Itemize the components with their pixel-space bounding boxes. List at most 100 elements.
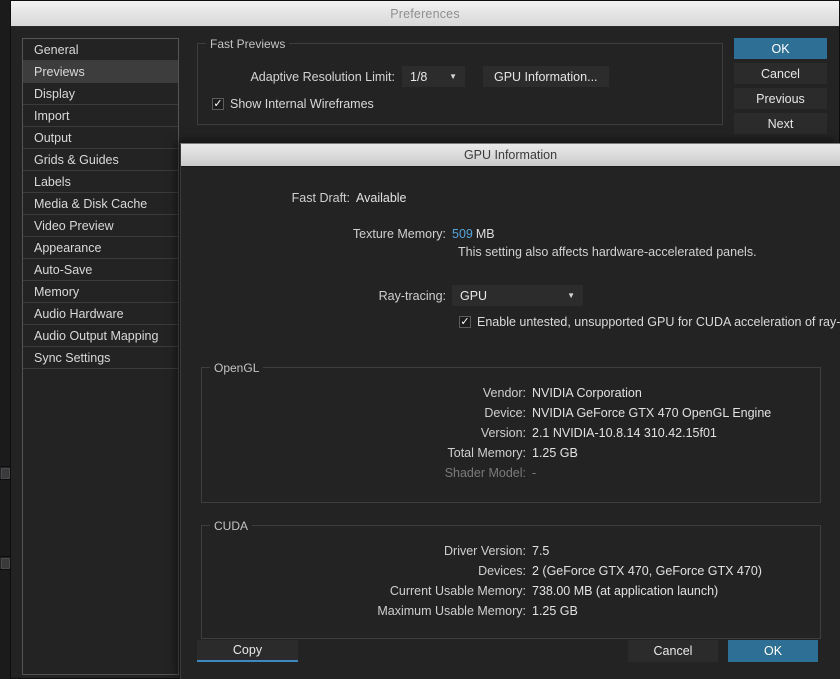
sidebar-item-grids-guides[interactable]: Grids & Guides <box>23 149 178 171</box>
info-row: Devices: 2 (GeForce GTX 470, GeForce GTX … <box>202 564 820 578</box>
sidebar-item-label: Output <box>34 131 72 145</box>
info-row-value: NVIDIA GeForce GTX 470 OpenGL Engine <box>532 406 772 420</box>
preferences-window-title: Preferences <box>390 6 460 21</box>
show-internal-wireframes-label: Show Internal Wireframes <box>230 97 374 111</box>
info-row-key: Vendor: <box>482 386 526 400</box>
gpu-information-button-label: GPU Information... <box>494 69 598 84</box>
info-row-value: 1.25 GB <box>532 604 578 618</box>
previous-button-label: Previous <box>756 91 805 106</box>
cancel-button[interactable]: Cancel <box>734 63 827 84</box>
info-row: Current Usable Memory: 738.00 MB (at appl… <box>202 584 820 598</box>
show-internal-wireframes-checkbox[interactable]: ✓ <box>212 98 224 110</box>
sidebar-item-display[interactable]: Display <box>23 83 178 105</box>
gpu-information-dialog-title: GPU Information <box>463 148 558 162</box>
opengl-group-title: OpenGL <box>210 361 264 375</box>
ray-tracing-value: GPU <box>460 288 488 303</box>
gpu-information-titlebar[interactable]: GPU Information <box>181 144 840 167</box>
sidebar-item-label: Import <box>34 109 70 123</box>
sidebar-item-label: Media & Disk Cache <box>34 197 148 211</box>
cuda-group: CUDA Driver Version: 7.5 Devices: 2 (GeForc… <box>201 519 821 639</box>
info-row-key: Total Memory: <box>447 446 527 460</box>
sidebar-item-label: Previews <box>34 65 85 79</box>
sidebar-item-label: Sync Settings <box>34 351 111 365</box>
info-row-key: Shader Model: <box>444 466 526 480</box>
enable-untested-gpu-label: Enable untested, unsupported GPU for CUD… <box>477 315 840 329</box>
gpu-cancel-button[interactable]: Cancel <box>628 640 718 662</box>
adaptive-resolution-row: Adaptive Resolution Limit: 1/8 ▼ GPU Inf… <box>198 66 722 87</box>
sidebar-item-appearance[interactable]: Appearance <box>23 237 178 259</box>
sidebar-item-label: Labels <box>34 175 71 189</box>
cancel-button-label: Cancel <box>761 66 800 81</box>
sidebar-item-label: Auto-Save <box>34 263 93 277</box>
sidebar-item-memory[interactable]: Memory <box>23 281 178 303</box>
sidebar-item-label: Display <box>34 87 75 101</box>
info-row: Driver Version: 7.5 <box>202 544 820 558</box>
sidebar-item-label: Video Preview <box>34 219 114 233</box>
copy-button[interactable]: Copy <box>197 640 298 662</box>
gpu-information-body: Fast Draft: Available Texture Memory: 50… <box>181 167 840 679</box>
sidebar-item-auto-save[interactable]: Auto-Save <box>23 259 178 281</box>
info-row: Shader Model: - <box>202 466 820 480</box>
texture-memory-note: This setting also affects hardware-accel… <box>458 245 757 259</box>
fast-draft-row: Fast Draft: Available <box>181 191 840 205</box>
ray-tracing-select[interactable]: GPU ▼ <box>452 285 583 306</box>
sidebar-item-labels[interactable]: Labels <box>23 171 178 193</box>
fast-previews-group: Fast Previews Adaptive Resolution Limit:… <box>197 37 723 125</box>
sidebar-item-media-disk-cache[interactable]: Media & Disk Cache <box>23 193 178 215</box>
adaptive-resolution-select[interactable]: 1/8 ▼ <box>402 66 465 87</box>
opengl-group: OpenGL Vendor: NVIDIA Corporation Device: N… <box>201 361 821 503</box>
sidebar-item-import[interactable]: Import <box>23 105 178 127</box>
sidebar-item-label: Audio Output Mapping <box>34 329 159 343</box>
chevron-down-icon: ▼ <box>449 71 457 81</box>
cuda-group-title: CUDA <box>210 519 253 533</box>
texture-memory-input[interactable]: 509 <box>452 227 473 241</box>
info-row-value: 738.00 MB (at application launch) <box>532 584 719 598</box>
cuda-rows: Driver Version: 7.5 Devices: 2 (GeForce GTX… <box>202 544 820 624</box>
info-row-key: Current Usable Memory: <box>389 584 526 598</box>
gpu-ok-button-label: OK <box>763 644 783 658</box>
info-row-key: Device: <box>484 406 526 420</box>
info-row: Total Memory: 1.25 GB <box>202 446 820 460</box>
next-button[interactable]: Next <box>734 113 827 134</box>
fast-previews-group-title: Fast Previews <box>206 37 290 51</box>
info-row-key: Version: <box>480 426 526 440</box>
sidebar-item-output[interactable]: Output <box>23 127 178 149</box>
adaptive-resolution-value: 1/8 <box>410 69 428 84</box>
info-row: Maximum Usable Memory: 1.25 GB <box>202 604 820 618</box>
gpu-information-button[interactable]: GPU Information... <box>483 66 609 87</box>
preferences-category-list[interactable]: General Previews Display Import Output Grids … <box>22 38 179 675</box>
info-row-key: Devices: <box>478 564 526 578</box>
ray-tracing-row: Ray-tracing: GPU ▼ <box>181 285 840 306</box>
info-row-value: 1.25 GB <box>532 446 578 460</box>
info-row-key: Driver Version: <box>444 544 526 558</box>
info-row: Version: 2.1 NVIDIA-10.8.14 310.42.15f01 <box>202 426 820 440</box>
info-row: Vendor: NVIDIA Corporation <box>202 386 820 400</box>
background-swatch-icon <box>1 558 10 569</box>
info-row-value: 2 (GeForce GTX 470, GeForce GTX 470) <box>532 564 762 578</box>
gpu-ok-button[interactable]: OK <box>728 640 818 662</box>
ok-button[interactable]: OK <box>734 38 827 59</box>
info-row: Device: NVIDIA GeForce GTX 470 OpenGL Eng… <box>202 406 820 420</box>
sidebar-item-label: Memory <box>34 285 80 299</box>
previous-button[interactable]: Previous <box>734 88 827 109</box>
sidebar-item-label: Appearance <box>34 241 102 255</box>
chevron-down-icon: ▼ <box>567 290 575 300</box>
show-internal-wireframes-row[interactable]: ✓ Show Internal Wireframes <box>212 97 374 111</box>
sidebar-item-general[interactable]: General <box>23 39 178 61</box>
texture-memory-unit: MB <box>475 227 495 241</box>
sidebar-item-previews[interactable]: Previews <box>23 61 178 83</box>
sidebar-item-label: Audio Hardware <box>34 307 124 321</box>
adaptive-resolution-label: Adaptive Resolution Limit: <box>250 69 395 84</box>
enable-untested-gpu-row[interactable]: ✓ Enable untested, unsupported GPU for C… <box>459 315 840 329</box>
sidebar-item-audio-output-mapping[interactable]: Audio Output Mapping <box>23 325 178 347</box>
sidebar-item-label: General <box>34 43 79 57</box>
background-swatch-icon <box>1 468 10 479</box>
next-button-label: Next <box>767 116 794 131</box>
preferences-button-column: OK Cancel Previous Next <box>734 38 827 138</box>
sidebar-item-sync-settings[interactable]: Sync Settings <box>23 347 178 369</box>
sidebar-item-video-preview[interactable]: Video Preview <box>23 215 178 237</box>
enable-untested-gpu-checkbox[interactable]: ✓ <box>459 316 471 328</box>
fast-draft-label: Fast Draft: <box>291 191 350 205</box>
preferences-titlebar[interactable]: Preferences <box>11 1 839 27</box>
sidebar-item-audio-hardware[interactable]: Audio Hardware <box>23 303 178 325</box>
